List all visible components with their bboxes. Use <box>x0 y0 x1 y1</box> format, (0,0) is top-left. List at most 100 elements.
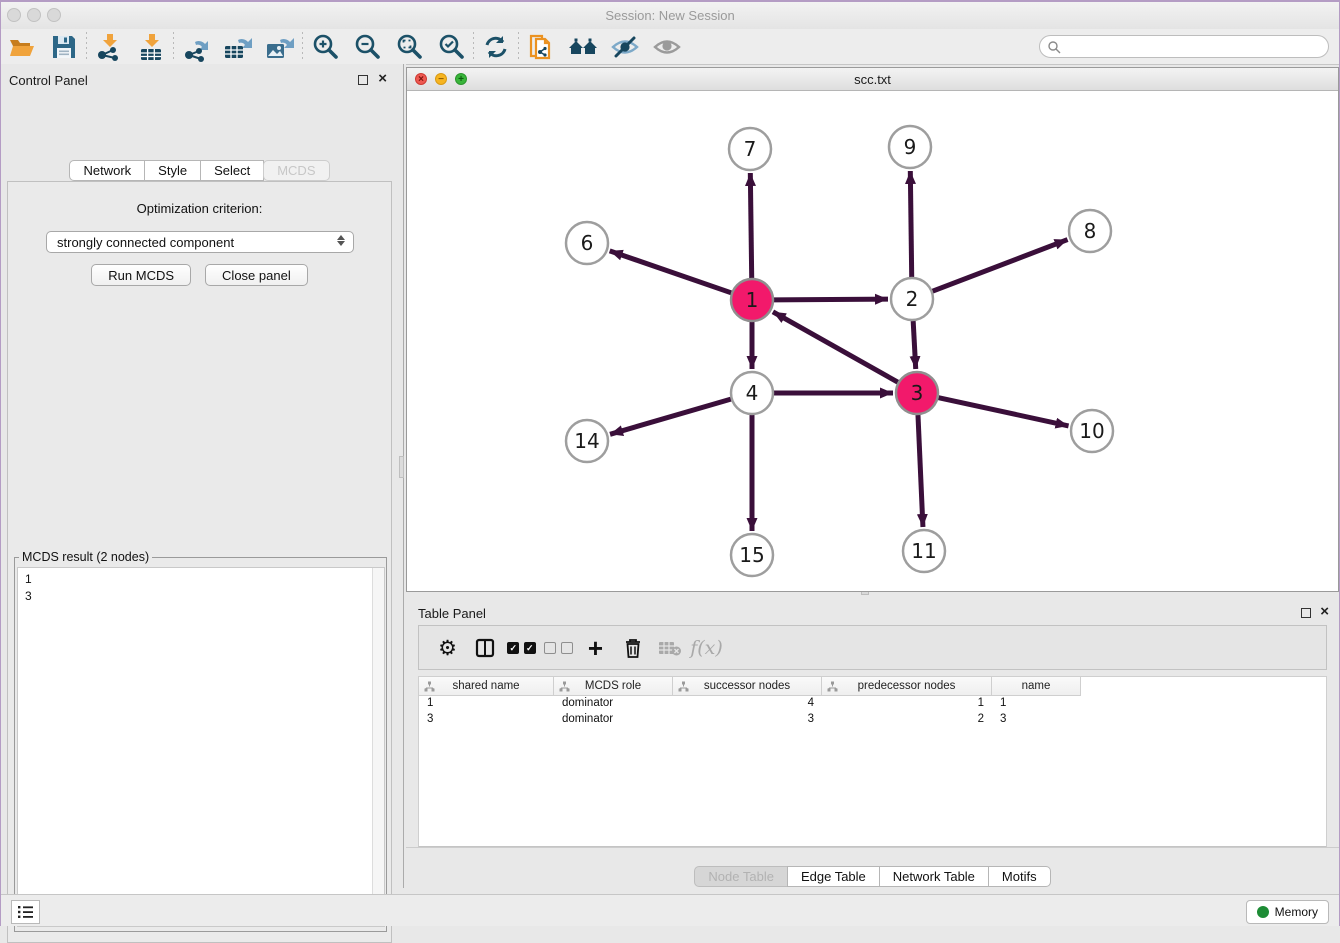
network-window-titlebar[interactable]: × − + scc.txt <box>407 68 1338 91</box>
table-cell: 3 <box>992 712 1081 728</box>
control-panel-title: Control Panel <box>9 73 88 88</box>
mcds-result-title: MCDS result (2 nodes) <box>19 550 152 564</box>
split-pane-icon[interactable] <box>466 632 503 664</box>
clone-network-icon[interactable] <box>520 31 562 63</box>
toolbar-separator <box>302 32 303 62</box>
status-bar: Memory <box>1 894 1339 926</box>
result-line: 3 <box>25 588 384 605</box>
table-cell: 1 <box>992 696 1081 712</box>
graph-edge-3-11[interactable] <box>918 415 923 527</box>
graph-edge-3-10[interactable] <box>938 398 1068 426</box>
graph-node-label-2: 2 <box>906 287 919 311</box>
zoom-fit-icon[interactable] <box>388 31 430 63</box>
column-header-successor-nodes[interactable]: successor nodes <box>673 677 822 696</box>
graph-node-label-14: 14 <box>574 429 599 453</box>
splitter-grip[interactable] <box>399 456 404 478</box>
table-panel-title: Table Panel <box>418 606 486 621</box>
mcds-result-box[interactable]: 13 <box>17 567 385 927</box>
table-toolbar: ⚙ ✓ ✓ + <box>418 625 1327 670</box>
column-header-predecessor-nodes[interactable]: predecessor nodes <box>822 677 992 696</box>
table-body: 1dominator4113dominator323 <box>419 696 1326 728</box>
table-cell: 2 <box>822 712 992 728</box>
node-table[interactable]: shared nameMCDS rolesuccessor nodesprede… <box>418 676 1327 847</box>
graph-node-label-9: 9 <box>904 135 917 159</box>
memory-button[interactable]: Memory <box>1246 900 1329 924</box>
search-input[interactable] <box>1065 40 1328 54</box>
tab-motifs[interactable]: Motifs <box>988 866 1051 887</box>
memory-status-icon <box>1257 906 1269 918</box>
column-header-MCDS-role[interactable]: MCDS role <box>554 677 673 696</box>
close-panel-button[interactable]: Close panel <box>205 264 308 286</box>
zoom-selected-icon[interactable] <box>430 31 472 63</box>
tab-style[interactable]: Style <box>144 160 201 181</box>
result-line: 1 <box>25 571 384 588</box>
export-image-icon[interactable] <box>259 31 301 63</box>
tab-mcds[interactable]: MCDS <box>263 160 329 181</box>
network-graph: 1234678910111415 <box>407 91 1338 591</box>
export-table-icon[interactable] <box>217 31 259 63</box>
optimization-criterion-label: Optimization criterion: <box>8 201 391 216</box>
graph-edge-2-8[interactable] <box>933 240 1068 292</box>
task-history-button[interactable] <box>11 900 40 924</box>
criterion-value: strongly connected component <box>57 235 234 250</box>
close-table-panel-icon[interactable]: × <box>1320 603 1329 621</box>
table-panel: Table Panel × ⚙ ✓ ✓ + <box>406 597 1339 888</box>
home-icon[interactable] <box>562 31 604 63</box>
trash-icon[interactable] <box>614 632 651 664</box>
column-header-shared-name[interactable]: shared name <box>419 677 554 696</box>
close-panel-icon[interactable]: × <box>378 70 387 88</box>
network-canvas[interactable]: 1234678910111415 <box>407 91 1338 591</box>
save-session-icon[interactable] <box>43 31 85 63</box>
tab-select[interactable]: Select <box>200 160 264 181</box>
graph-edge-2-9[interactable] <box>910 171 911 277</box>
tab-network[interactable]: Network <box>69 160 145 181</box>
search-box[interactable] <box>1039 35 1329 58</box>
float-panel-icon[interactable] <box>358 75 368 85</box>
table-cell: dominator <box>554 712 673 728</box>
vertical-splitter[interactable] <box>398 64 406 888</box>
unchecked-boxes-icon[interactable] <box>540 632 577 664</box>
graph-edge-3-1[interactable] <box>773 312 898 382</box>
control-panel-tabs: Network Style Select MCDS <box>1 160 398 181</box>
float-table-panel-icon[interactable] <box>1301 608 1311 618</box>
mcds-result-fieldset: MCDS result (2 nodes) 13 <box>14 550 387 932</box>
open-file-icon[interactable] <box>1 31 43 63</box>
tab-node-table[interactable]: Node Table <box>694 866 788 887</box>
zoom-in-icon[interactable] <box>304 31 346 63</box>
table-row[interactable]: 3dominator323 <box>419 712 1326 728</box>
graph-node-label-11: 11 <box>911 539 936 563</box>
refresh-icon[interactable] <box>475 31 517 63</box>
criterion-select[interactable]: strongly connected component <box>46 231 354 253</box>
tab-network-table[interactable]: Network Table <box>879 866 989 887</box>
result-scrollbar[interactable] <box>372 568 384 926</box>
checked-boxes-icon[interactable]: ✓ ✓ <box>503 632 540 664</box>
graph-node-label-4: 4 <box>746 381 759 405</box>
toolbar-separator <box>473 32 474 62</box>
table-cell: 3 <box>673 712 822 728</box>
import-network-icon[interactable] <box>88 31 130 63</box>
table-cell: dominator <box>554 696 673 712</box>
column-header-name[interactable]: name <box>992 677 1081 696</box>
run-mcds-button[interactable]: Run MCDS <box>91 264 191 286</box>
zoom-out-icon[interactable] <box>346 31 388 63</box>
import-table-icon[interactable] <box>130 31 172 63</box>
graph-edge-1-7[interactable] <box>750 173 751 278</box>
table-header-row: shared nameMCDS rolesuccessor nodesprede… <box>419 677 1326 696</box>
hide-eye-icon[interactable] <box>604 31 646 63</box>
graph-edge-4-14[interactable] <box>610 399 731 434</box>
export-network-icon[interactable] <box>175 31 217 63</box>
network-window-title: scc.txt <box>407 72 1338 87</box>
graph-edge-1-2[interactable] <box>774 299 888 300</box>
graph-edge-2-3[interactable] <box>913 321 916 369</box>
mcds-panel: Optimization criterion: strongly connect… <box>7 181 392 943</box>
graph-edge-1-6[interactable] <box>610 251 732 293</box>
graph-node-label-6: 6 <box>581 231 594 255</box>
app-titlebar: Session: New Session <box>1 2 1339 29</box>
tab-edge-table[interactable]: Edge Table <box>787 866 880 887</box>
toolbar-separator <box>518 32 519 62</box>
gear-icon[interactable]: ⚙ <box>429 632 466 664</box>
table-row[interactable]: 1dominator411 <box>419 696 1326 712</box>
table-cell: 1 <box>419 696 554 712</box>
add-icon[interactable]: + <box>577 632 614 664</box>
graph-node-label-10: 10 <box>1079 419 1104 443</box>
